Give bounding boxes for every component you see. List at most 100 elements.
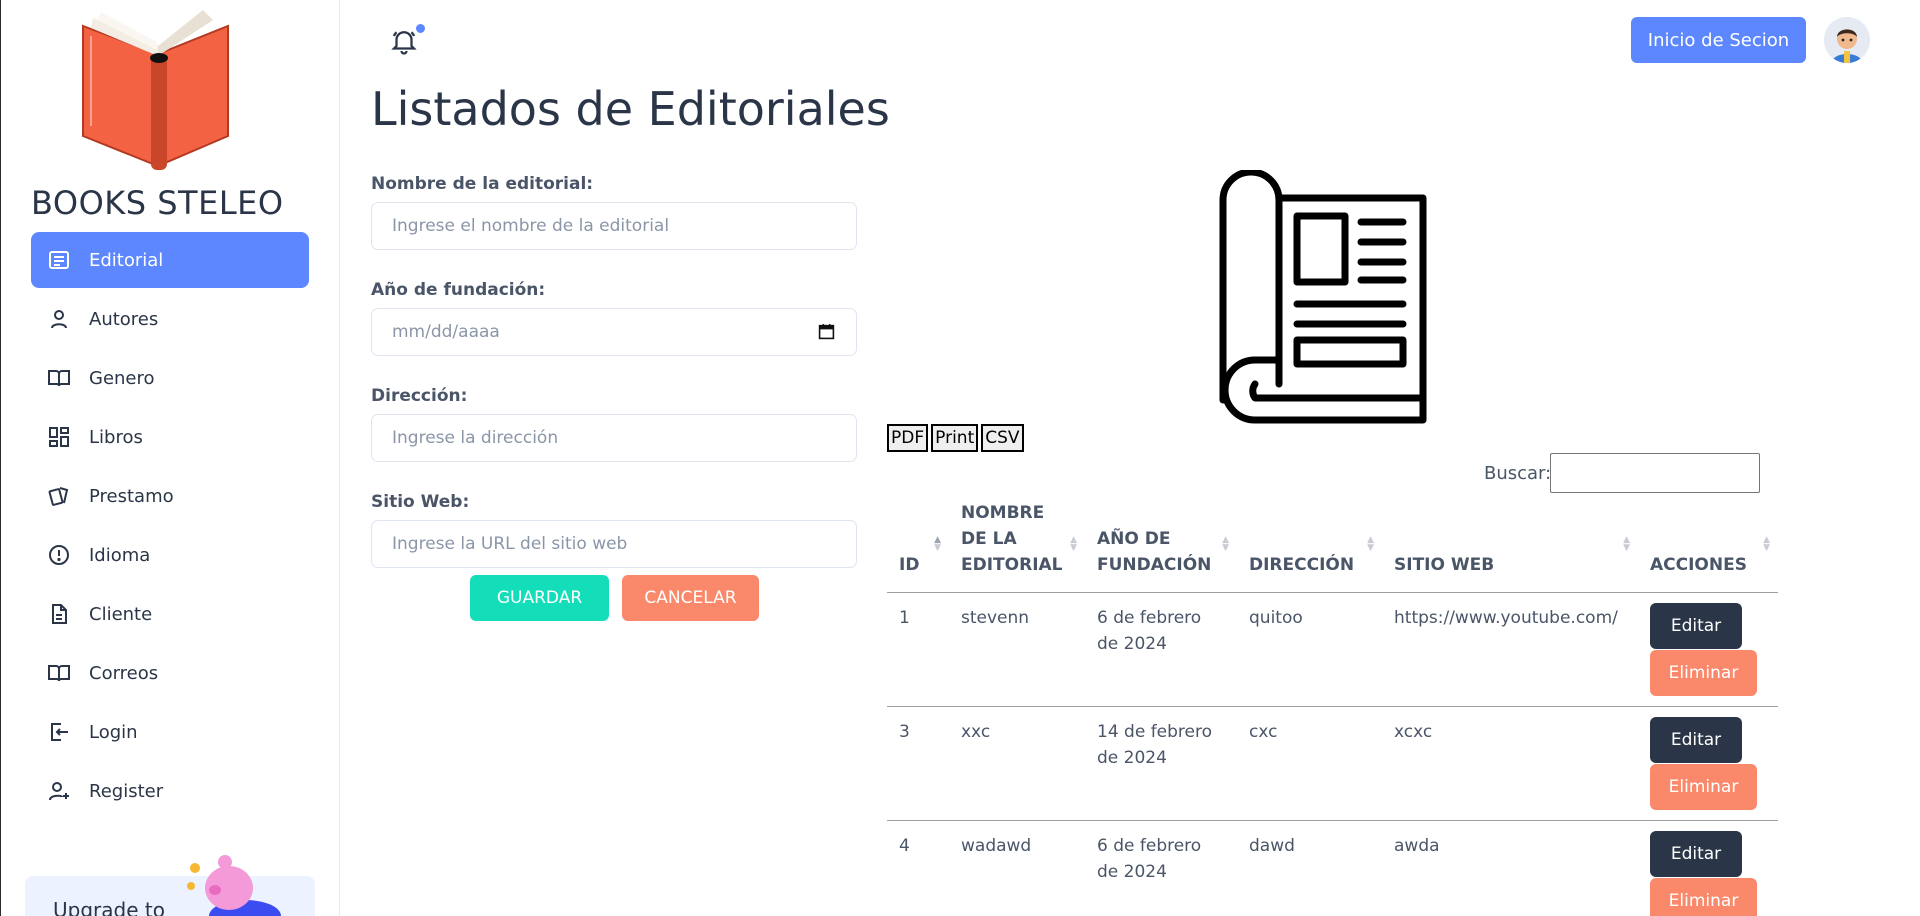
piggy-bank-icon xyxy=(187,855,281,916)
book-logo xyxy=(82,10,229,170)
save-button[interactable]: GUARDAR xyxy=(470,575,609,621)
cell-year: 14 de febrero de 2024 xyxy=(1085,706,1237,821)
calendar-icon[interactable] xyxy=(818,323,835,340)
cell-year: 6 de febrero de 2024 xyxy=(1085,592,1237,707)
column-header-address[interactable]: DIRECCIÓN ▲ ▼ xyxy=(1237,500,1382,593)
table-row: 4 wadawd 6 de febrero de 2024 dawd awda … xyxy=(887,820,1778,916)
website-field-group: Sitio Web: xyxy=(371,492,857,568)
delete-button[interactable]: Eliminar xyxy=(1650,878,1757,916)
cell-website: awda xyxy=(1382,820,1638,916)
website-input[interactable] xyxy=(371,520,857,568)
sidebar-item-editorial[interactable]: Editorial xyxy=(31,232,309,288)
sidebar-item-login[interactable]: Login xyxy=(31,704,309,760)
edit-button[interactable]: Editar xyxy=(1650,831,1742,877)
bell-icon[interactable] xyxy=(389,26,419,56)
cell-id: 4 xyxy=(887,820,949,916)
delete-button[interactable]: Eliminar xyxy=(1650,650,1757,696)
cell-year: 6 de febrero de 2024 xyxy=(1085,820,1237,916)
sort-icon: ▲ ▼ xyxy=(934,535,941,553)
column-header-year[interactable]: AÑO DE FUNDACIÓN ▲ ▼ xyxy=(1085,500,1237,593)
row-actions: Editar Eliminar xyxy=(1650,603,1766,696)
sidebar-item-label: Login xyxy=(89,721,138,743)
delete-button[interactable]: Eliminar xyxy=(1650,764,1757,810)
sidebar-nav: Editorial Autores Genero Libros Prestamo… xyxy=(31,232,309,822)
cell-actions: Editar Eliminar xyxy=(1638,820,1778,916)
page-title: Listados de Editoriales xyxy=(371,82,890,136)
cell-name: wadawd xyxy=(949,820,1085,916)
dashboard-icon xyxy=(45,423,73,451)
cell-name: xxc xyxy=(949,706,1085,821)
name-input[interactable] xyxy=(371,202,857,250)
year-field-group: Año de fundación: xyxy=(371,280,857,356)
search-label: Buscar: xyxy=(1484,463,1552,484)
sidebar-item-register[interactable]: Register xyxy=(31,763,309,819)
cell-address: cxc xyxy=(1237,706,1382,821)
cell-actions: Editar Eliminar xyxy=(1638,706,1778,821)
cell-address: dawd xyxy=(1237,820,1382,916)
sidebar-item-label: Cliente xyxy=(89,603,153,625)
cell-id: 3 xyxy=(887,706,949,821)
cell-name: stevenn xyxy=(949,592,1085,707)
cell-website: xcxc xyxy=(1382,706,1638,821)
sidebar-item-autores[interactable]: Autores xyxy=(31,291,309,347)
column-header-id[interactable]: ID ▲ ▼ xyxy=(887,500,949,593)
name-field-group: Nombre de la editorial: xyxy=(371,174,857,250)
foundation-date-input[interactable] xyxy=(371,308,857,356)
editorials-table: ID ▲ ▼ NOMBRE DE LA EDITORIAL ▲ ▼ AÑO DE FUN… xyxy=(887,500,1778,916)
editorial-form: Nombre de la editorial: Año de fundación… xyxy=(371,174,857,621)
search-input[interactable] xyxy=(1550,453,1760,493)
sort-icon: ▲ ▼ xyxy=(1070,535,1077,553)
sidebar-item-label: Genero xyxy=(89,367,155,389)
date-input-wrapper xyxy=(371,308,857,356)
book-open-icon xyxy=(45,364,73,392)
export-buttons: PDF Print CSV xyxy=(887,424,1024,452)
column-header-actions[interactable]: ACCIONES ▲ ▼ xyxy=(1638,500,1778,593)
upgrade-text: Upgrade to xyxy=(53,898,165,916)
sidebar-item-label: Correos xyxy=(89,662,159,684)
sidebar-item-label: Editorial xyxy=(89,249,164,271)
sidebar-item-prestamo[interactable]: Prestamo xyxy=(31,468,309,524)
avatar[interactable] xyxy=(1824,17,1870,63)
alert-circle-icon xyxy=(45,541,73,569)
cell-actions: Editar Eliminar xyxy=(1638,592,1778,707)
name-label: Nombre de la editorial: xyxy=(371,174,594,194)
cell-website: https://www.youtube.com/ xyxy=(1382,592,1638,707)
csv-button[interactable]: CSV xyxy=(981,424,1024,452)
website-label: Sitio Web: xyxy=(371,492,470,512)
sidebar: BOOKS STELEO Editorial Autores Genero Li… xyxy=(1,0,340,916)
form-buttons: GUARDAR CANCELAR xyxy=(470,575,759,621)
sidebar-item-label: Libros xyxy=(89,426,143,448)
table-row: 3 xxc 14 de febrero de 2024 cxc xcxc Edi… xyxy=(887,706,1778,821)
edit-button[interactable]: Editar xyxy=(1650,717,1742,763)
pdf-button[interactable]: PDF xyxy=(887,424,929,452)
year-label: Año de fundación: xyxy=(371,280,546,300)
sidebar-item-cliente[interactable]: Cliente xyxy=(31,586,309,642)
sort-icon: ▲ ▼ xyxy=(1367,535,1374,553)
notification-dot xyxy=(416,24,425,33)
login-button[interactable]: Inicio de Secion xyxy=(1631,17,1806,63)
sidebar-item-idioma[interactable]: Idioma xyxy=(31,527,309,583)
brand-name: BOOKS STELEO xyxy=(31,184,284,222)
cards-icon xyxy=(45,482,73,510)
file-icon xyxy=(45,600,73,628)
login-icon xyxy=(45,718,73,746)
list-icon xyxy=(45,246,73,274)
sort-icon: ▲ ▼ xyxy=(1222,535,1229,553)
address-input[interactable] xyxy=(371,414,857,462)
edit-button[interactable]: Editar xyxy=(1650,603,1742,649)
column-header-name[interactable]: NOMBRE DE LA EDITORIAL ▲ ▼ xyxy=(949,500,1085,593)
sidebar-item-genero[interactable]: Genero xyxy=(31,350,309,406)
upgrade-card[interactable]: Upgrade to xyxy=(25,855,315,916)
row-actions: Editar Eliminar xyxy=(1650,831,1766,916)
sidebar-item-correos[interactable]: Correos xyxy=(31,645,309,701)
user-icon xyxy=(45,305,73,333)
table-header-row: ID ▲ ▼ NOMBRE DE LA EDITORIAL ▲ ▼ AÑO DE FUN… xyxy=(887,500,1778,593)
column-header-website[interactable]: SITIO WEB ▲ ▼ xyxy=(1382,500,1638,593)
sidebar-item-libros[interactable]: Libros xyxy=(31,409,309,465)
print-button[interactable]: Print xyxy=(931,424,979,452)
magazine-icon xyxy=(1219,170,1427,424)
table-row: 1 stevenn 6 de febrero de 2024 quitoo ht… xyxy=(887,592,1778,707)
cancel-button[interactable]: CANCELAR xyxy=(622,575,759,621)
app-root: BOOKS STELEO Editorial Autores Genero Li… xyxy=(0,0,1920,916)
sidebar-item-label: Autores xyxy=(89,308,159,330)
